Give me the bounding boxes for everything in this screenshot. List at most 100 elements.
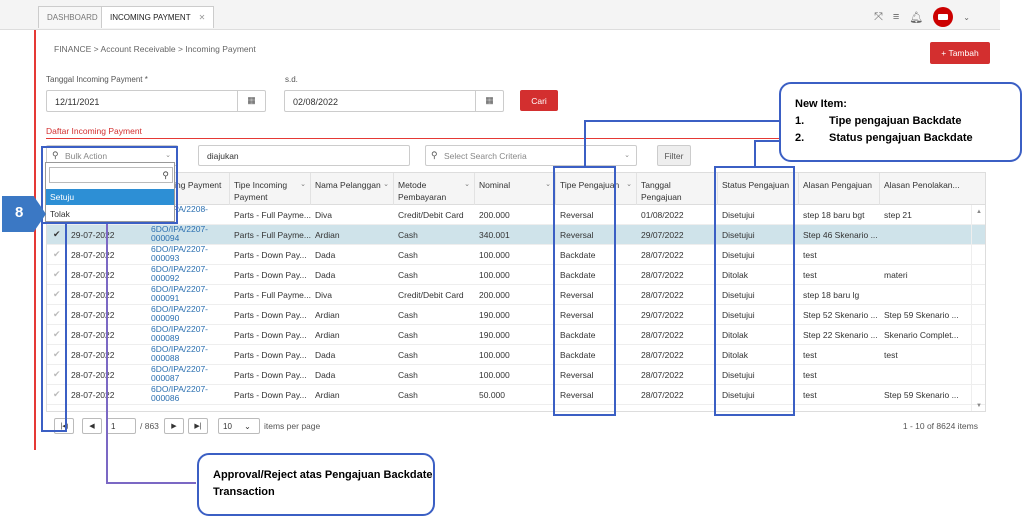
cell-tipe: Parts - Down Pay... [234,390,307,400]
search-criteria-select[interactable]: ⚲ Select Search Criteria ⌄ [425,145,637,166]
table-row[interactable]: ✔ 29-07-2022 6DO/IPA/2207-000094 Parts - Fu… [47,225,985,245]
table-row[interactable]: ✔ 28-07-2022 6DO/IPA/2207-000089 Parts - Do… [47,325,985,345]
tab-incoming-payment[interactable]: INCOMING PAYMENT ✕ [101,6,215,28]
page-input[interactable]: 1 [106,418,136,434]
cell-no[interactable]: 6DO/IPA/2207-000088 [147,345,230,365]
next-page-button[interactable]: ▶ [164,418,184,434]
cell-tipe: Parts - Down Pay... [234,370,307,380]
scroll-up-icon[interactable]: ▲ [976,209,982,215]
cell-tgl-pengajuan: 28/07/2022 [641,350,684,360]
last-page-button[interactable]: ▶| [188,418,208,434]
cell-nama: Dada [315,370,336,380]
cell-nominal: 100.000 [479,370,510,380]
table-row[interactable]: ✔ 28-07-2022 6DO/IPA/2207-000091 Parts - Fu… [47,285,985,305]
header-alasan-pengajuan[interactable]: Alasan Pengajuan [799,173,880,205]
status-filter-input[interactable]: diajukan [198,145,410,166]
cell-nominal: 100.000 [479,270,510,280]
cell-alasan: test [803,370,817,380]
close-icon[interactable]: ✕ [199,13,206,22]
cell-penolakan [880,285,973,305]
cell-tgl-pengajuan: 01/08/2022 [641,210,684,220]
status-filter-value: diajukan [207,151,239,161]
chevron-down-icon[interactable]: ⌄ [963,13,970,22]
connector-line [106,224,108,484]
date-to-field[interactable]: 02/08/2022 ▦ [284,90,504,112]
date-from-value: 12/11/2021 [55,97,100,107]
tipe-pengajuan-highlight [553,166,616,416]
table-row[interactable]: ✔29-07-20226DO/IPA/2208-Parts - Full Pay… [47,205,985,225]
header-metode[interactable]: Metode Pembayaran ⌄ [394,173,475,205]
pager-summary: 1 - 10 of 8624 items [902,421,978,431]
calendar-icon[interactable]: ▦ [237,91,265,111]
cell-no[interactable]: 6DO/IPA/2207-000086 [147,385,230,405]
cell-tipe: Parts - Down Pay... [234,350,307,360]
calendar-icon[interactable]: ▦ [475,91,503,111]
header-tanggal-pengajuan[interactable]: Tanggal Pengajuan [637,173,718,205]
cell-no[interactable]: 6DO/IPA/2207-000087 [147,365,230,385]
cell-nominal: 200.000 [479,290,510,300]
cell-no[interactable]: 6DO/IPA/2207-000090 [147,305,230,325]
cell-tgl-pengajuan: 28/07/2022 [641,250,684,260]
cell-tgl-pengajuan: 28/07/2022 [641,270,684,280]
cell-no[interactable]: 6DO/IPA/2207-000092 [147,265,230,285]
avatar[interactable] [933,7,954,27]
cell-tgl-pengajuan: 28/07/2022 [641,390,684,400]
cell-tgl-pengajuan: 29/07/2022 [641,310,684,320]
table-row[interactable]: ✔ 28-07-2022 6DO/IPA/2207-000090 Parts - Do… [47,305,985,325]
table-row[interactable]: ✔ 28-07-2022 6DO/IPA/2207-000087 Parts - Do… [47,365,985,385]
table-row[interactable]: ✔ 28-07-2022 6DO/IPA/2207-000093 Parts - Do… [47,245,985,265]
scroll-down-icon[interactable]: ▼ [976,403,982,409]
cell-penolakan: materi [884,270,908,280]
cell-tipe: Parts - Down Pay... [234,270,307,280]
connector-line [754,140,756,166]
cell-nama: Diva [315,290,333,300]
cell-no[interactable]: 6DO/IPA/2207-000091 [147,285,230,305]
cell-no[interactable]: 6DO/IPA/2207-000093 [147,245,230,265]
date-label: Tanggal Incoming Payment * [46,75,148,84]
chevron-down-icon[interactable]: ⌄ [545,179,551,191]
expand-icon[interactable]: ⤧ [874,11,883,24]
prev-page-button[interactable]: ◀ [82,418,102,434]
approval-callout: Approval/Reject atas Pengajuan Backdate … [197,453,435,516]
bell-icon[interactable]: 🔔︎ [909,11,923,24]
date-from-field[interactable]: 12/11/2021 ▦ [46,90,266,112]
chevron-down-icon[interactable]: ⌄ [300,179,306,191]
connector-line [754,140,779,142]
header-alasan-penolakan[interactable]: Alasan Penolakan... [880,173,985,205]
table-row[interactable]: ✔ 28-07-2022 6DO/IPA/2207-000088 Parts - Do… [47,345,985,365]
pagination: |◀ ◀ 1 / 863 ▶ ▶| 10 ⌄ items per page 1 … [46,416,986,440]
cell-nominal: 340.001 [479,230,510,240]
cell-alasan: Step 52 Skenario ... [803,310,878,320]
cell-penolakan: Step 59 Skenario ... [884,390,959,400]
search-icon: ⚲ [431,150,438,160]
cell-alasan: Step 22 Skenario ... [803,330,878,340]
header-nominal[interactable]: Nominal ⌄ [475,173,556,205]
header-nama-pelanggan[interactable]: Nama Pelanggan ⌄ [311,173,394,205]
table-row[interactable]: ✔ 28-07-2022 6DO/IPA/2207-000092 Parts - Do… [47,265,985,285]
cell-nama: Ardian [315,310,340,320]
header-tipe-incoming[interactable]: Tipe Incoming Payment ⌄ [230,173,311,205]
tab-dashboard[interactable]: DASHBOARD [38,6,107,28]
cari-button[interactable]: Cari [520,90,558,111]
chevron-down-icon[interactable]: ⌄ [383,179,389,191]
per-page-select[interactable]: 10 ⌄ [218,418,260,434]
vertical-scrollbar[interactable]: ▲ ▼ [971,205,985,411]
menu-icon[interactable]: ≡ [893,11,899,23]
cell-no[interactable]: 6DO/IPA/2207-000094 [147,225,230,245]
cell-no[interactable]: 6DO/IPA/2207-000089 [147,325,230,345]
filter-button[interactable]: Filter [657,145,691,166]
chevron-down-icon[interactable]: ⌄ [626,179,632,191]
cell-nama: Dada [315,270,336,280]
header-label: Alasan Penolakan... [884,180,960,190]
chevron-down-icon[interactable]: ⌄ [464,179,470,191]
cell-metode: Credit/Debit Card [398,210,464,220]
cell-metode: Cash [398,270,418,280]
per-page-label: items per page [264,421,321,431]
header-label: Nama Pelanggan [315,180,381,190]
table-row[interactable]: ✔ 28-07-2022 6DO/IPA/2207-000086 Parts - Do… [47,385,985,405]
cell-nominal: 100.000 [479,350,510,360]
tambah-button[interactable]: + Tambah [930,42,990,64]
cell-metode: Cash [398,390,418,400]
cell-nominal: 200.000 [479,210,510,220]
cell-alasan: step 18 baru bgt [803,210,865,220]
